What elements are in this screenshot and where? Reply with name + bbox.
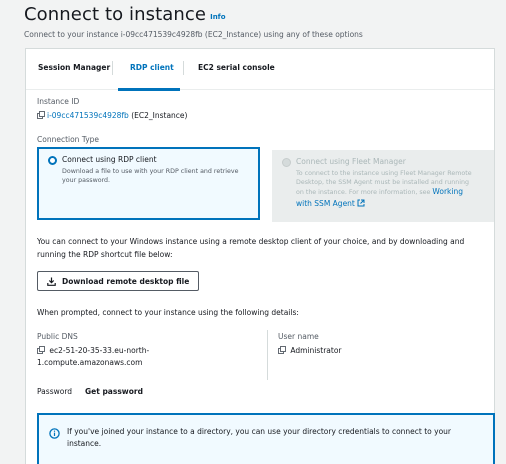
column-divider	[267, 330, 268, 380]
rdp-intro-text: You can connect to your Windows instance…	[37, 235, 487, 261]
download-remote-desktop-file-button[interactable]: Download remote desktop file	[37, 271, 199, 291]
copy-icon[interactable]	[278, 346, 286, 354]
instance-id-label: Instance ID	[37, 97, 80, 106]
fleet-option-description: To connect to the instance using Fleet M…	[296, 169, 486, 209]
instance-id-value: i-09cc471539c4928fb (EC2_Instance)	[37, 111, 187, 120]
working-with-ssm-link[interactable]: Working	[432, 187, 463, 196]
info-alert: If you've joined your instance to a dire…	[37, 413, 495, 464]
copy-icon[interactable]	[37, 111, 45, 119]
user-name-value: Administrator	[278, 346, 342, 355]
fleet-radio	[282, 158, 291, 167]
page-header: Connect to instance Info Connect to your …	[24, 4, 494, 39]
working-with-ssm-link-2[interactable]: with SSM Agent	[296, 199, 355, 208]
alert-message: If you've joined your instance to a dire…	[67, 426, 487, 450]
copy-icon[interactable]	[37, 346, 45, 354]
rdp-option-description: Download a file to use with your RDP cli…	[62, 167, 239, 185]
download-icon	[47, 277, 56, 286]
rdp-desc-line: your password.	[62, 177, 111, 184]
prompt-text: When prompted, connect to your instance …	[37, 308, 299, 317]
instance-name: (EC2_Instance)	[131, 111, 188, 120]
active-tab-indicator	[118, 88, 180, 91]
user-name-text: Administrator	[290, 346, 342, 355]
tab-rdp-client[interactable]: RDP client	[130, 63, 174, 72]
public-dns-label: Public DNS	[37, 332, 78, 341]
connection-type-label: Connection Type	[37, 135, 100, 144]
rdp-client-option[interactable]: Connect using RDP client Download a file…	[37, 147, 260, 220]
rdp-intro-line: You can connect to your Windows instance…	[37, 237, 465, 246]
download-button-label: Download remote desktop file	[62, 276, 190, 286]
info-icon	[49, 428, 60, 439]
public-dns-line: ec2-51-20-35-33.eu-north-	[49, 346, 150, 355]
fleet-desc-line: with SSM Agent	[296, 199, 486, 209]
fleet-option-title: Connect using Fleet Manager	[296, 157, 406, 166]
public-dns-line: 1.compute.amazonaws.com	[37, 358, 143, 367]
get-password-button[interactable]: Get password	[85, 387, 143, 396]
rdp-intro-line: running the RDP shortcut file below:	[37, 250, 173, 259]
page-subtitle: Connect to your instance i-09cc471539c49…	[24, 30, 363, 39]
tab-session-manager[interactable]: Session Manager	[38, 63, 110, 72]
fleet-desc-text: on the instance. For more information, s…	[296, 189, 431, 196]
fleet-desc-line: To connect to the instance using Fleet M…	[296, 170, 472, 177]
rdp-radio[interactable]	[48, 156, 57, 165]
tab-divider	[183, 61, 184, 75]
instance-id-link[interactable]: i-09cc471539c4928fb	[47, 111, 129, 120]
fleet-desc-line: Desktop, the SSM Agent must be installed…	[296, 179, 469, 186]
connect-panel: Session Manager RDP client EC2 serial co…	[25, 48, 495, 464]
fleet-manager-option: Connect using Fleet Manager To connect t…	[272, 150, 494, 222]
user-name-label: User name	[278, 332, 319, 341]
tab-ec2-serial-console[interactable]: EC2 serial console	[198, 63, 275, 72]
rdp-option-title: Connect using RDP client	[62, 155, 157, 164]
external-link-icon[interactable]	[357, 199, 365, 207]
password-label: Password	[37, 387, 73, 396]
info-link[interactable]: Info	[210, 13, 225, 21]
alert-line: instance.	[67, 439, 102, 448]
alert-line: If you've joined your instance to a dire…	[67, 427, 452, 436]
tab-bar: Session Manager RDP client EC2 serial co…	[26, 49, 494, 91]
public-dns-value: ec2-51-20-35-33.eu-north- 1.compute.amaz…	[37, 345, 149, 369]
page-title: Connect to instance	[24, 4, 207, 25]
tab-divider	[112, 61, 113, 75]
rdp-desc-line: Download a file to use with your RDP cli…	[62, 168, 239, 175]
fleet-desc-line: on the instance. For more information, s…	[296, 187, 486, 197]
